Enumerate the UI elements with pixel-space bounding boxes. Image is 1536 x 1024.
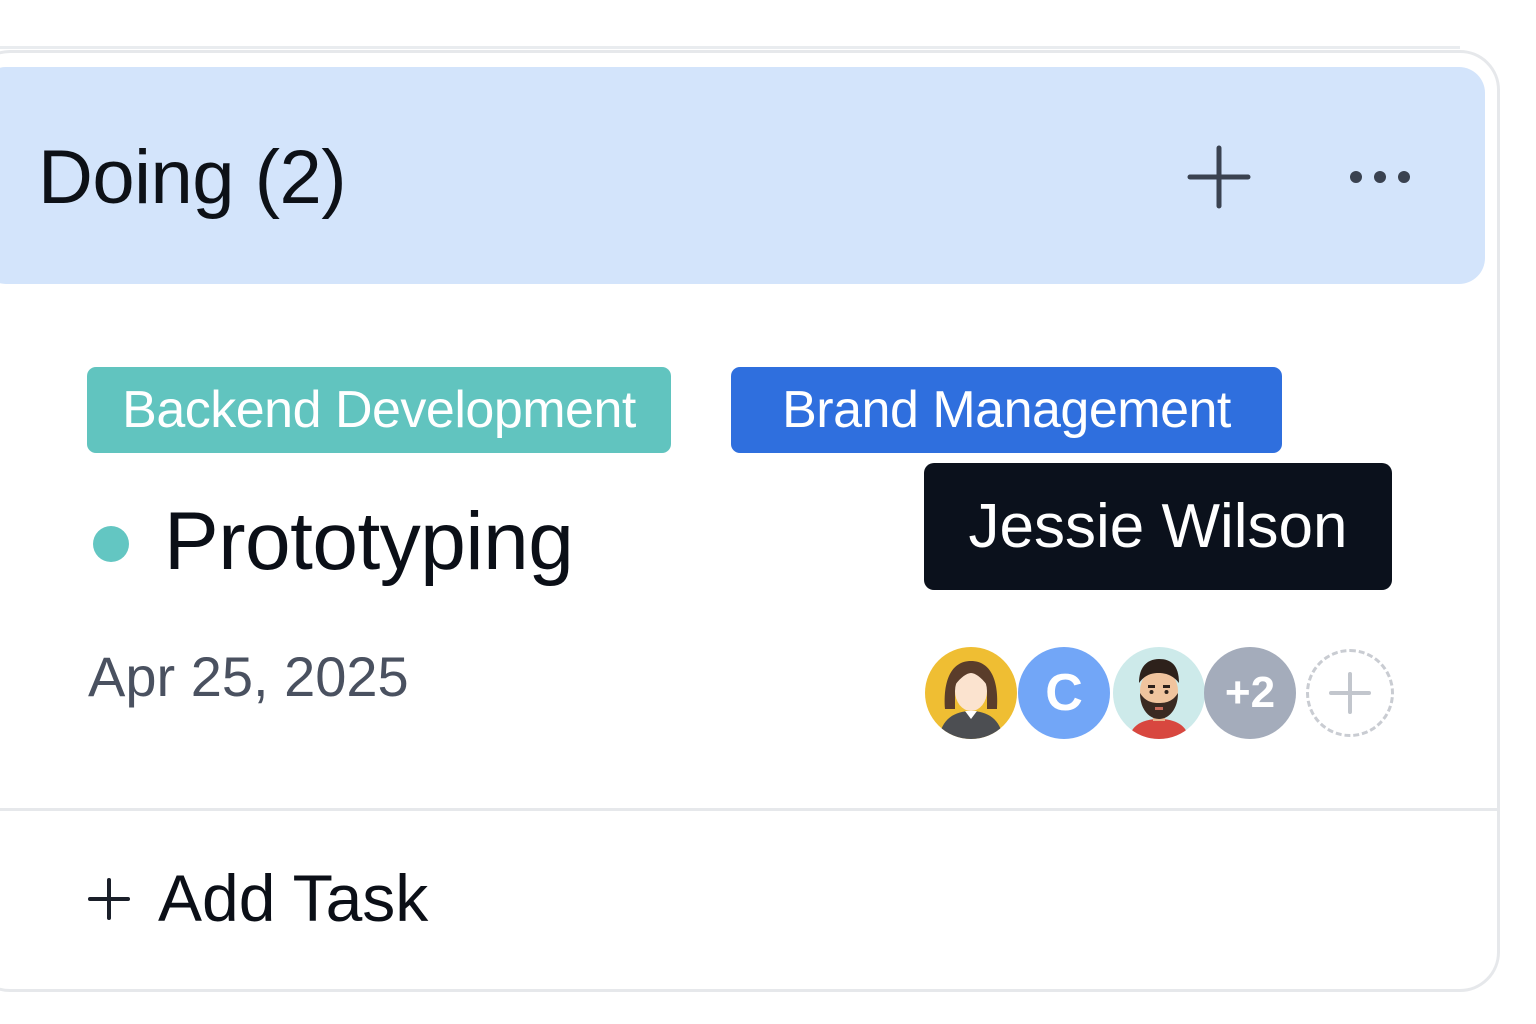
bearded-man-avatar-icon — [1129, 659, 1189, 739]
add-task-label: Add Task — [158, 861, 429, 935]
plus-icon — [1187, 145, 1251, 209]
woman-avatar-icon — [939, 661, 1003, 739]
assignee-tooltip: Jessie Wilson — [924, 463, 1392, 590]
tag-brand-management[interactable]: Brand Management — [731, 367, 1282, 453]
assignee-avatar-bearded-man[interactable] — [1113, 647, 1205, 739]
task-title[interactable]: Prototyping — [164, 492, 574, 592]
top-divider — [0, 46, 1460, 49]
add-task-button[interactable]: Add Task — [86, 862, 466, 934]
add-assignee-button[interactable] — [1306, 649, 1394, 737]
assignee-overflow-count[interactable]: +2 — [1204, 647, 1296, 739]
plus-icon — [1329, 672, 1371, 714]
due-date: Apr 25, 2025 — [88, 645, 409, 708]
column-title: Doing (2) — [38, 135, 347, 220]
tag-backend-development[interactable]: Backend Development — [87, 367, 671, 453]
more-horizontal-icon — [1350, 171, 1410, 183]
footer-divider — [0, 808, 1500, 811]
status-dot — [93, 526, 129, 562]
assignee-avatar-c[interactable]: C — [1018, 647, 1110, 739]
assignee-avatar-jessie-wilson[interactable] — [925, 647, 1017, 739]
kanban-page: Doing (2) Backend Development Brand Mana… — [0, 0, 1536, 1024]
plus-icon — [88, 878, 130, 920]
add-card-button[interactable] — [1182, 140, 1256, 214]
column-more-button[interactable] — [1340, 155, 1420, 199]
